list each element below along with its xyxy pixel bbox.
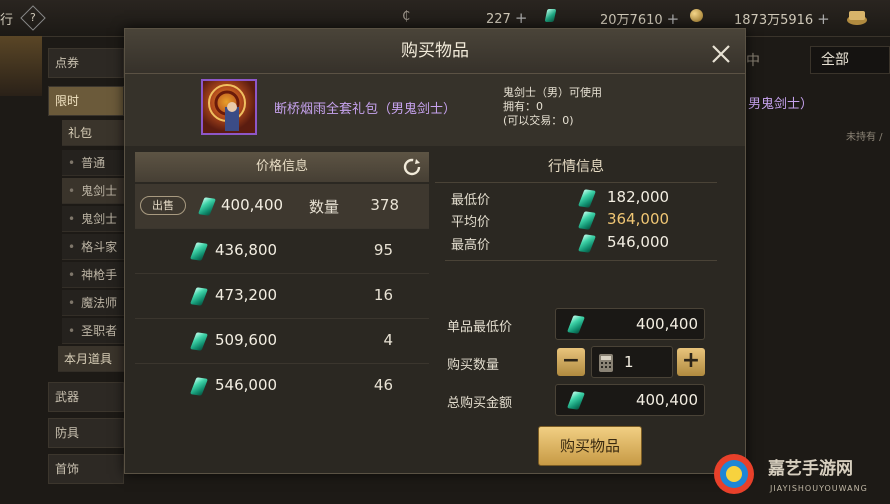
gem-icon [197, 197, 217, 216]
dialog-title: 购买物品 [401, 41, 469, 61]
sidebar-sub-item[interactable]: • 圣职者 [62, 318, 128, 344]
sidebar-sub-header-monthly[interactable]: 本月道具 [58, 346, 128, 372]
watermark-logo-icon [712, 452, 756, 496]
currency-3: 1873万5916 + [734, 10, 830, 28]
sidebar-item-armor[interactable]: 防具 [48, 418, 124, 448]
price-row[interactable]: 509,600 4 [135, 319, 429, 364]
add-currency-2-button[interactable]: + [667, 10, 680, 28]
min-price-value: 182,000 [607, 188, 670, 206]
unit-min-price-label: 单品最低价 [447, 320, 513, 335]
watermark-chinese-text: 嘉艺手游网 [768, 459, 853, 479]
row-price: 473,200 [215, 286, 278, 304]
gem-icon [577, 211, 597, 230]
row-price: 400,400 [221, 196, 284, 214]
sell-tag: 出售 [140, 196, 186, 215]
gem-icon [189, 242, 209, 261]
sidebar-sub-item[interactable]: •鬼剑士（ [62, 206, 128, 252]
calculator-icon[interactable] [598, 353, 614, 377]
sidebar-sub-item[interactable]: • 魔法师 [62, 290, 128, 316]
unit-min-price-value: 400,400 [635, 315, 698, 333]
item-thumbnail-icon[interactable] [201, 79, 257, 135]
currency-1: 227 + [486, 9, 528, 27]
treasure-icon[interactable] [846, 6, 868, 30]
total-amount-field: 400,400 [555, 384, 705, 416]
qty-label: 数量 [309, 198, 340, 216]
market-info-panel: 行情信息 最低价 182,000 平均价 364,000 最高价 546,000 [435, 152, 717, 292]
max-price-label: 最高价 [451, 238, 491, 253]
row-qty: 46 [373, 376, 393, 394]
row-price: 509,600 [215, 331, 278, 349]
help-icon[interactable]: ? [20, 5, 46, 31]
sidebar-sub-header-gift[interactable]: 礼包 [62, 120, 128, 146]
price-row[interactable]: 436,800 95 [135, 229, 429, 274]
top-left-text: 行 [0, 13, 14, 28]
sidebar-sub-item[interactable]: • 格斗家 [62, 234, 128, 260]
gem-icon [577, 189, 597, 208]
market-divider [445, 260, 717, 261]
close-icon[interactable] [709, 39, 733, 63]
gem-icon [577, 234, 597, 253]
add-currency-1-button[interactable]: + [515, 9, 528, 27]
owned-count-text: 拥有：0 [503, 100, 543, 113]
total-amount-value: 400,400 [635, 391, 698, 409]
item-ownership-info: 鬼剑士（男）可使用 拥有：0 (可以交易：0) [503, 86, 602, 128]
currency-2: 20万7610 + [600, 10, 680, 28]
purchase-dialog: 购买物品 断桥烟雨全套礼包（男鬼剑士） 鬼剑士（男）可使用 拥有：0 (可以交易… [124, 28, 746, 474]
price-list-header: 价格信息 [135, 152, 429, 182]
gem-icon [189, 287, 209, 306]
watermark-english-text: JIAYISHOUYOUWANG [770, 484, 868, 493]
tradable-count-text: (可以交易：0) [503, 114, 574, 127]
sidebar-sub-item[interactable]: •鬼剑士（ [62, 178, 128, 224]
gold-coin-icon [690, 9, 703, 24]
add-currency-3-button[interactable]: + [817, 10, 830, 28]
quantity-input[interactable]: 1 [591, 346, 673, 378]
background-tab-fragment: 中 [746, 53, 760, 69]
avg-price-label: 平均价 [451, 215, 491, 230]
row-qty: 378 [370, 196, 399, 214]
sidebar-item-points[interactable]: 点券 [48, 48, 124, 78]
buy-item-button[interactable]: 购买物品 [538, 426, 642, 466]
left-edge-panel [0, 36, 42, 96]
decrease-quantity-button[interactable]: − [557, 348, 585, 376]
refresh-currency-icon: ₵ [402, 9, 411, 24]
avg-price-value: 364,000 [607, 210, 670, 228]
max-price-value: 546,000 [607, 233, 670, 251]
gem-icon [544, 9, 557, 24]
sidebar-sub-item[interactable]: • 普通 [62, 150, 128, 176]
sidebar-item-accessory[interactable]: 首饰 [48, 454, 124, 484]
usable-by-text: 鬼剑士（男）可使用 [503, 86, 602, 99]
total-amount-label: 总购买金额 [447, 396, 513, 411]
row-qty: 4 [383, 331, 393, 349]
gem-icon [566, 391, 586, 410]
price-row[interactable]: 出售 400,400 数量 378 [135, 184, 429, 229]
gem-icon [189, 377, 209, 396]
filter-select[interactable]: 全部 [810, 46, 890, 74]
gem-icon [189, 332, 209, 351]
refresh-icon[interactable] [402, 157, 422, 177]
sidebar-item-weapon[interactable]: 武器 [48, 382, 124, 412]
price-list-panel: 价格信息 出售 400,400 数量 378 436,800 95 473,20… [135, 152, 429, 462]
price-list-title: 价格信息 [255, 159, 308, 174]
sidebar-sub-item[interactable]: • 神枪手 [62, 262, 128, 288]
background-item-name-fragment: 男鬼剑士） [748, 97, 814, 112]
price-row[interactable]: 473,200 16 [135, 274, 429, 319]
market-info-header: 行情信息 [435, 152, 717, 183]
row-price: 436,800 [215, 241, 278, 259]
item-name: 断桥烟雨全套礼包（男鬼剑士） [274, 102, 457, 117]
row-qty: 95 [373, 241, 393, 259]
sidebar-item-limited[interactable]: 限时 [48, 86, 124, 116]
shop-sidebar: 点券 限时 礼包 •普通 •鬼剑士（ •鬼剑士（ •格斗家 •神枪手 •魔法师 … [48, 44, 128, 504]
increase-quantity-button[interactable]: + [677, 348, 705, 376]
background-status-fragment: 未持有 / [846, 132, 883, 143]
row-qty: 16 [373, 286, 393, 304]
min-price-label: 最低价 [451, 193, 491, 208]
gem-icon [566, 315, 586, 334]
item-summary: 断桥烟雨全套礼包（男鬼剑士） 鬼剑士（男）可使用 拥有：0 (可以交易：0) [125, 74, 745, 146]
unit-min-price-field: 400,400 [555, 308, 705, 340]
buy-quantity-label: 购买数量 [447, 358, 500, 373]
dialog-header: 购买物品 [125, 29, 745, 74]
price-row[interactable]: 546,000 46 [135, 364, 429, 408]
row-price: 546,000 [215, 376, 278, 394]
quantity-value: 1 [624, 353, 634, 371]
